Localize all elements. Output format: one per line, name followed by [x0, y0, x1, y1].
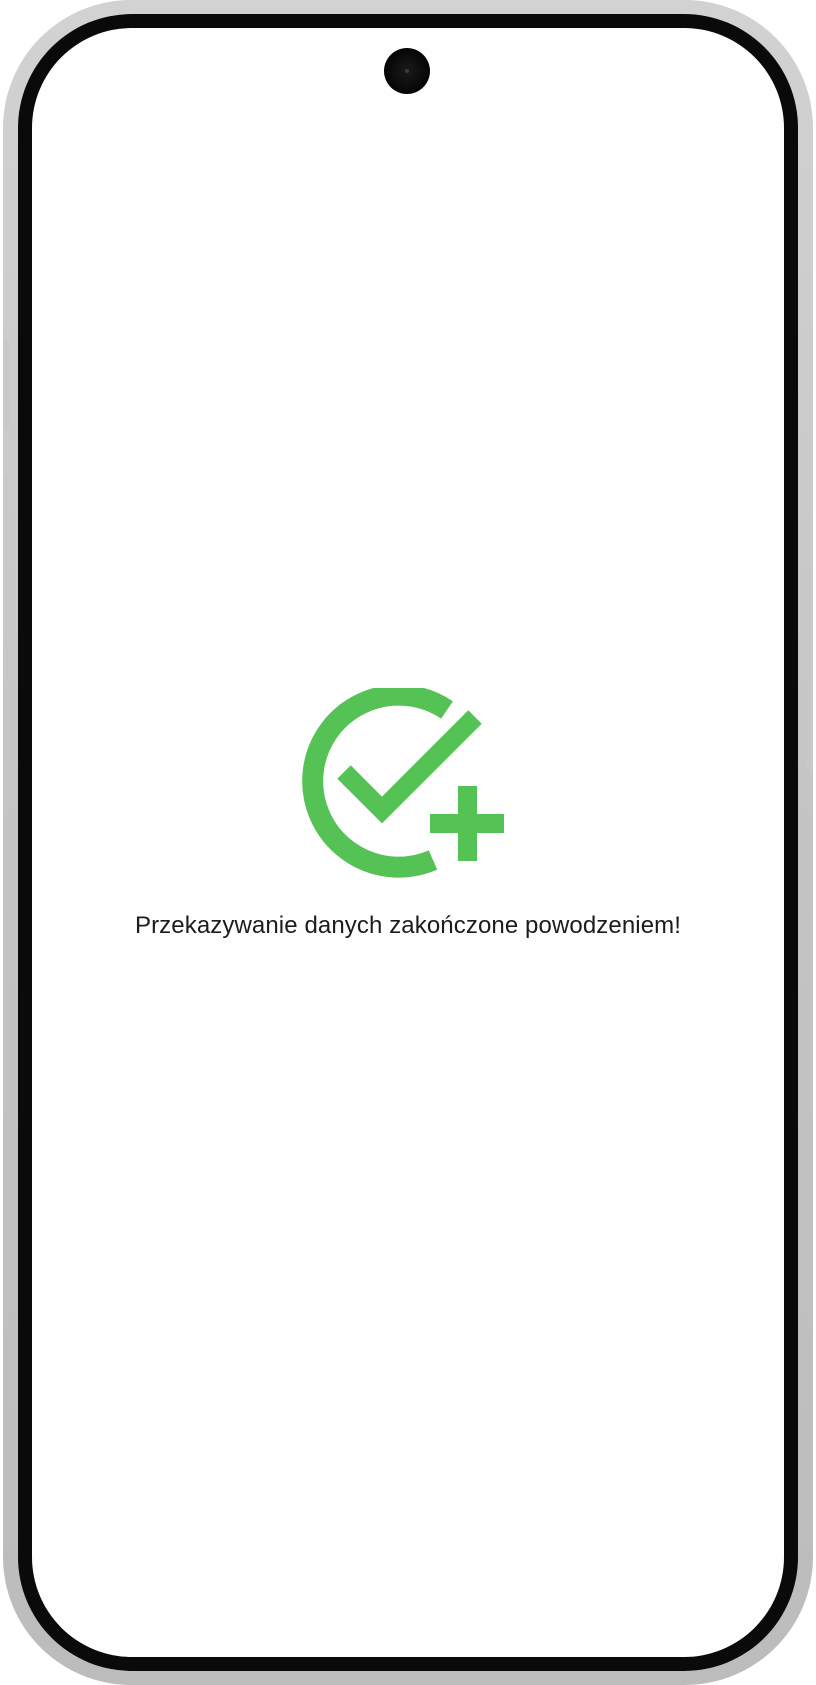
volume-up-button	[3, 340, 9, 430]
camera-lens	[405, 69, 409, 73]
front-camera-icon	[384, 48, 430, 94]
success-message: Przekazywanie danych zakończone powodzen…	[134, 912, 682, 939]
volume-down-button	[3, 475, 9, 565]
check-plus-circle-icon	[302, 688, 504, 878]
power-button	[807, 640, 813, 775]
logo-arc	[302, 688, 453, 878]
logo-plus-horizontal	[430, 814, 504, 833]
logo-check	[337, 710, 482, 824]
